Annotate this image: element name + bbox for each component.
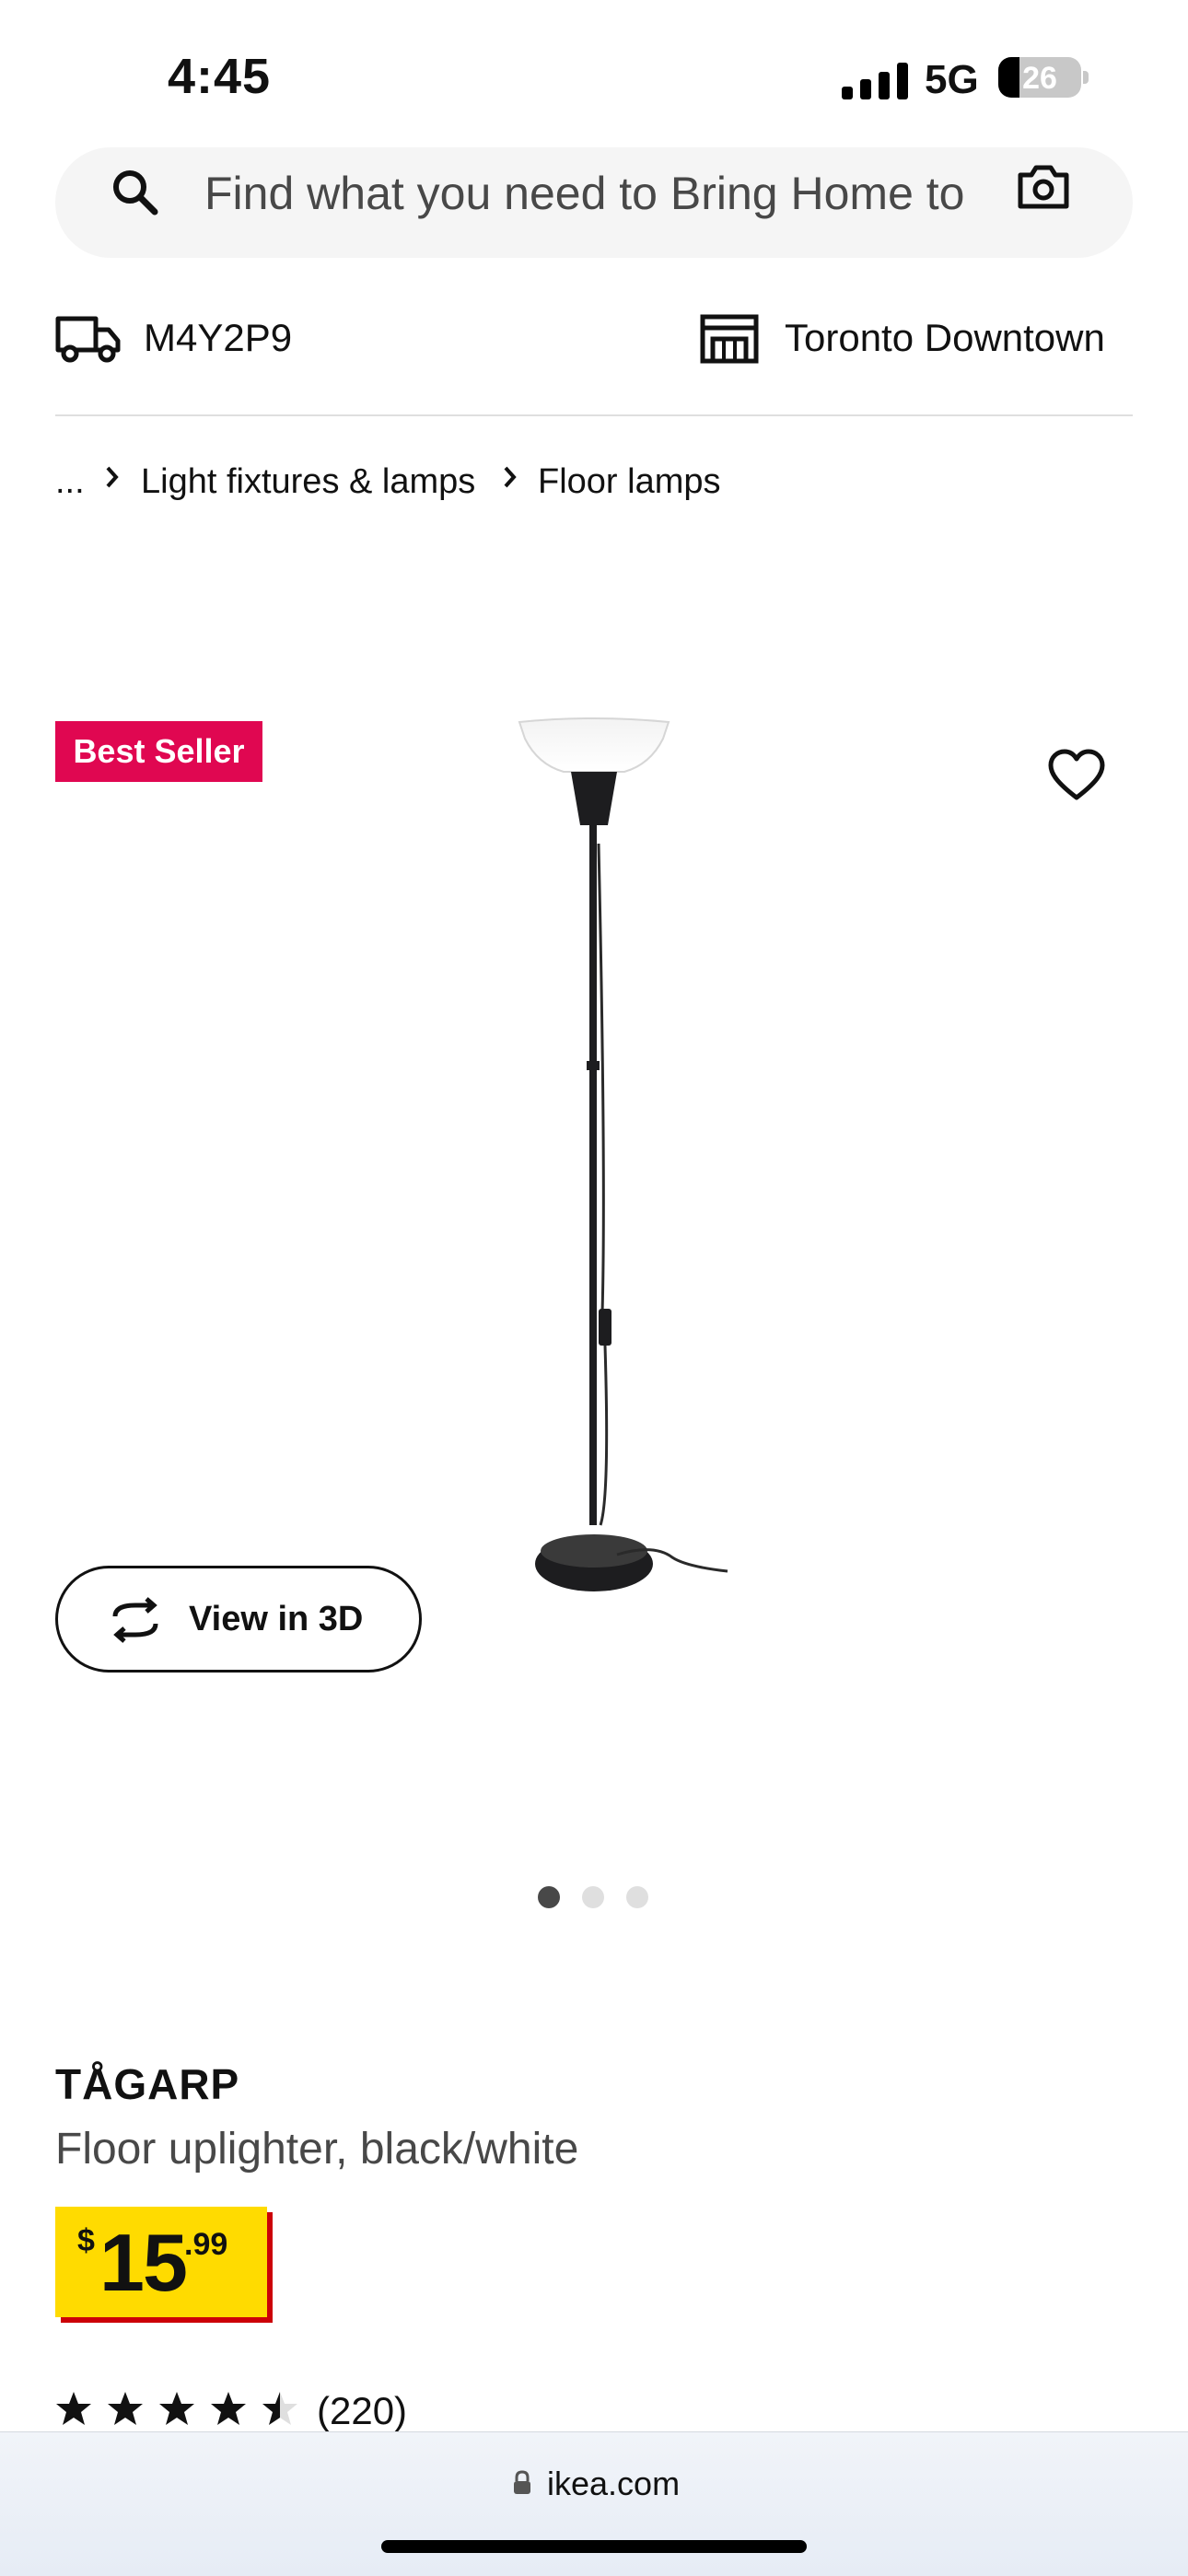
image-dot-1[interactable] [538,1886,560,1908]
network-label: 5G [925,57,979,102]
rating-stars[interactable] [55,2391,298,2426]
delivery-truck-icon[interactable] [55,313,122,363]
star-full-icon [159,2392,194,2425]
divider [55,414,1133,416]
battery-tip [1083,71,1089,84]
price-integer: 15 [99,2217,188,2308]
rotate-3d-icon [112,1597,158,1643]
product-name: TÅGARP [55,2060,240,2108]
lock-icon [514,2470,530,2494]
home-indicator[interactable] [381,2540,807,2553]
camera-icon[interactable] [1017,162,1070,212]
star-half-icon [262,2392,297,2425]
store-icon[interactable] [700,313,759,365]
view-in-3d-button[interactable]: View in 3D [55,1566,422,1673]
battery-icon: 26 [998,57,1081,98]
status-time: 4:45 [168,49,272,104]
view-in-3d-label: View in 3D [189,1600,364,1638]
breadcrumb-light-fixtures[interactable]: Light fixtures & lamps [141,462,475,502]
breadcrumb-floor-lamps[interactable]: Floor lamps [538,462,721,502]
chevron-right-icon [504,466,517,488]
chevron-right-icon [106,466,119,488]
image-dot-2[interactable] [582,1886,604,1908]
star-full-icon [56,2392,91,2425]
breadcrumb-ellipsis[interactable]: ... [55,462,85,502]
favorite-heart-icon[interactable] [1046,748,1107,803]
store-name[interactable]: Toronto Downtown [785,316,1105,360]
review-count[interactable]: (220) [317,2389,407,2433]
search-icon[interactable] [109,166,160,217]
image-dot-3[interactable] [626,1886,648,1908]
price-currency: $ [77,2223,95,2258]
price-decimal: .99 [184,2227,228,2262]
postal-code[interactable]: M4Y2P9 [144,316,292,360]
signal-icon [842,59,908,99]
search-input[interactable] [204,164,978,223]
browser-url[interactable]: ikea.com [547,2465,680,2503]
battery-level: 26 [1022,61,1057,96]
product-image-floor-lamp[interactable] [479,715,755,1783]
browser-bottom-bar [0,2431,1188,2576]
product-description: Floor uplighter, black/white [55,2125,579,2174]
best-seller-badge: Best Seller [55,721,262,782]
star-full-icon [108,2392,143,2425]
star-full-icon [211,2392,246,2425]
